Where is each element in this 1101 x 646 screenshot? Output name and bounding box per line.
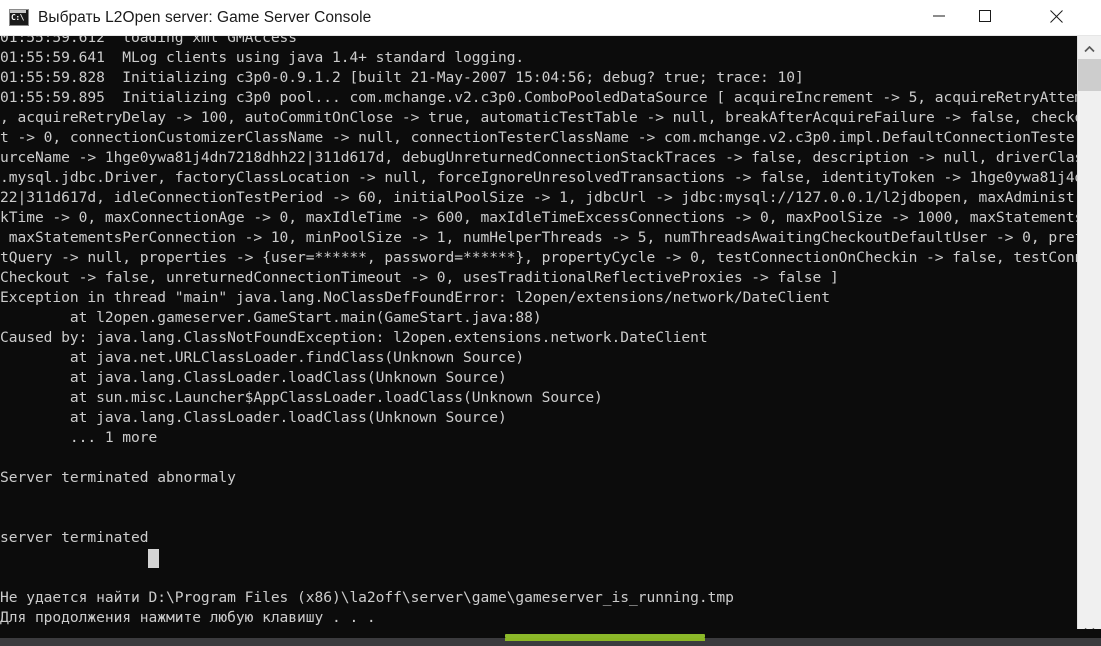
console-line: maxStatementsPerConnection -> 10, minPoo… xyxy=(0,229,1077,246)
window-titlebar[interactable]: C:\ Выбрать L2Open server: Game Server C… xyxy=(0,0,1101,36)
cmd-console-icon-glyph: C:\ xyxy=(11,13,24,22)
text-cursor xyxy=(148,549,159,568)
close-button[interactable] xyxy=(1033,0,1079,32)
console-line: Для продолжения нажмите любую клавишу . … xyxy=(0,609,376,626)
console-line: server terminated xyxy=(0,529,149,546)
console-line: kTime -> 0, maxConnectionAge -> 0, maxId… xyxy=(0,209,1077,226)
console-line: at l2open.gameserver.GameStart.main(Game… xyxy=(0,309,542,326)
maximize-icon xyxy=(979,10,991,22)
console-line: 22|311d617d, idleConnectionTestPeriod ->… xyxy=(0,189,1077,206)
console-line: Не удается найти D:\Program Files (x86)\… xyxy=(0,589,734,606)
minimize-icon xyxy=(933,15,945,17)
chevron-up-icon xyxy=(1084,46,1095,53)
console-line: Exception in thread "main" java.lang.NoC… xyxy=(0,289,830,306)
console-output-area[interactable]: 01:55:59.612 loading xml GMAccess 01:55:5… xyxy=(0,36,1077,638)
console-line: 01:55:59.612 loading xml GMAccess xyxy=(0,36,298,46)
console-line: 01:55:59.895 Initializing c3p0 pool... c… xyxy=(0,89,1077,106)
console-line: ... 1 more xyxy=(0,429,158,446)
console-line: at java.lang.ClassLoader.loadClass(Unkno… xyxy=(0,409,507,426)
scroll-up-button[interactable] xyxy=(1078,36,1101,57)
vertical-scrollbar[interactable] xyxy=(1077,36,1101,638)
console-line: 01:55:59.828 Initializing c3p0-0.9.1.2 [… xyxy=(0,69,804,86)
console-line: Server terminated abnormaly xyxy=(0,469,236,486)
window-title: Выбрать L2Open server: Game Server Conso… xyxy=(38,9,372,26)
minimize-button[interactable] xyxy=(916,0,962,32)
taskbar[interactable] xyxy=(0,638,1101,646)
console-line: t -> 0, connectionCustomizerClassName ->… xyxy=(0,129,1077,146)
console-line: tQuery -> null, properties -> {user=****… xyxy=(0,249,1077,266)
console-text: 01:55:59.612 loading xml GMAccess 01:55:5… xyxy=(0,36,1077,628)
console-line: at java.lang.ClassLoader.loadClass(Unkno… xyxy=(0,369,507,386)
console-line: , acquireRetryDelay -> 100, autoCommitOn… xyxy=(0,109,1077,126)
console-line: at java.net.URLClassLoader.findClass(Unk… xyxy=(0,349,525,366)
console-line: Checkout -> false, unreturnedConnectionT… xyxy=(0,269,839,286)
scrollbar-thumb[interactable] xyxy=(1078,59,1101,91)
cmd-console-icon: C:\ xyxy=(8,9,30,27)
console-line: at sun.misc.Launcher$AppClassLoader.load… xyxy=(0,389,603,406)
console-line: .mysql.jdbc.Driver, factoryClassLocation… xyxy=(0,169,1077,186)
console-line: 01:55:59.641 MLog clients using java 1.4… xyxy=(0,49,525,66)
maximize-button[interactable] xyxy=(962,0,1008,32)
console-line: Caused by: java.lang.ClassNotFoundExcept… xyxy=(0,329,708,346)
taskbar-active-highlight xyxy=(505,638,705,641)
console-window: C:\ Выбрать L2Open server: Game Server C… xyxy=(0,0,1101,638)
close-icon xyxy=(1049,9,1063,23)
console-line: urceName -> 1hge0ywa81j4dn7218dhh22|311d… xyxy=(0,149,1077,166)
